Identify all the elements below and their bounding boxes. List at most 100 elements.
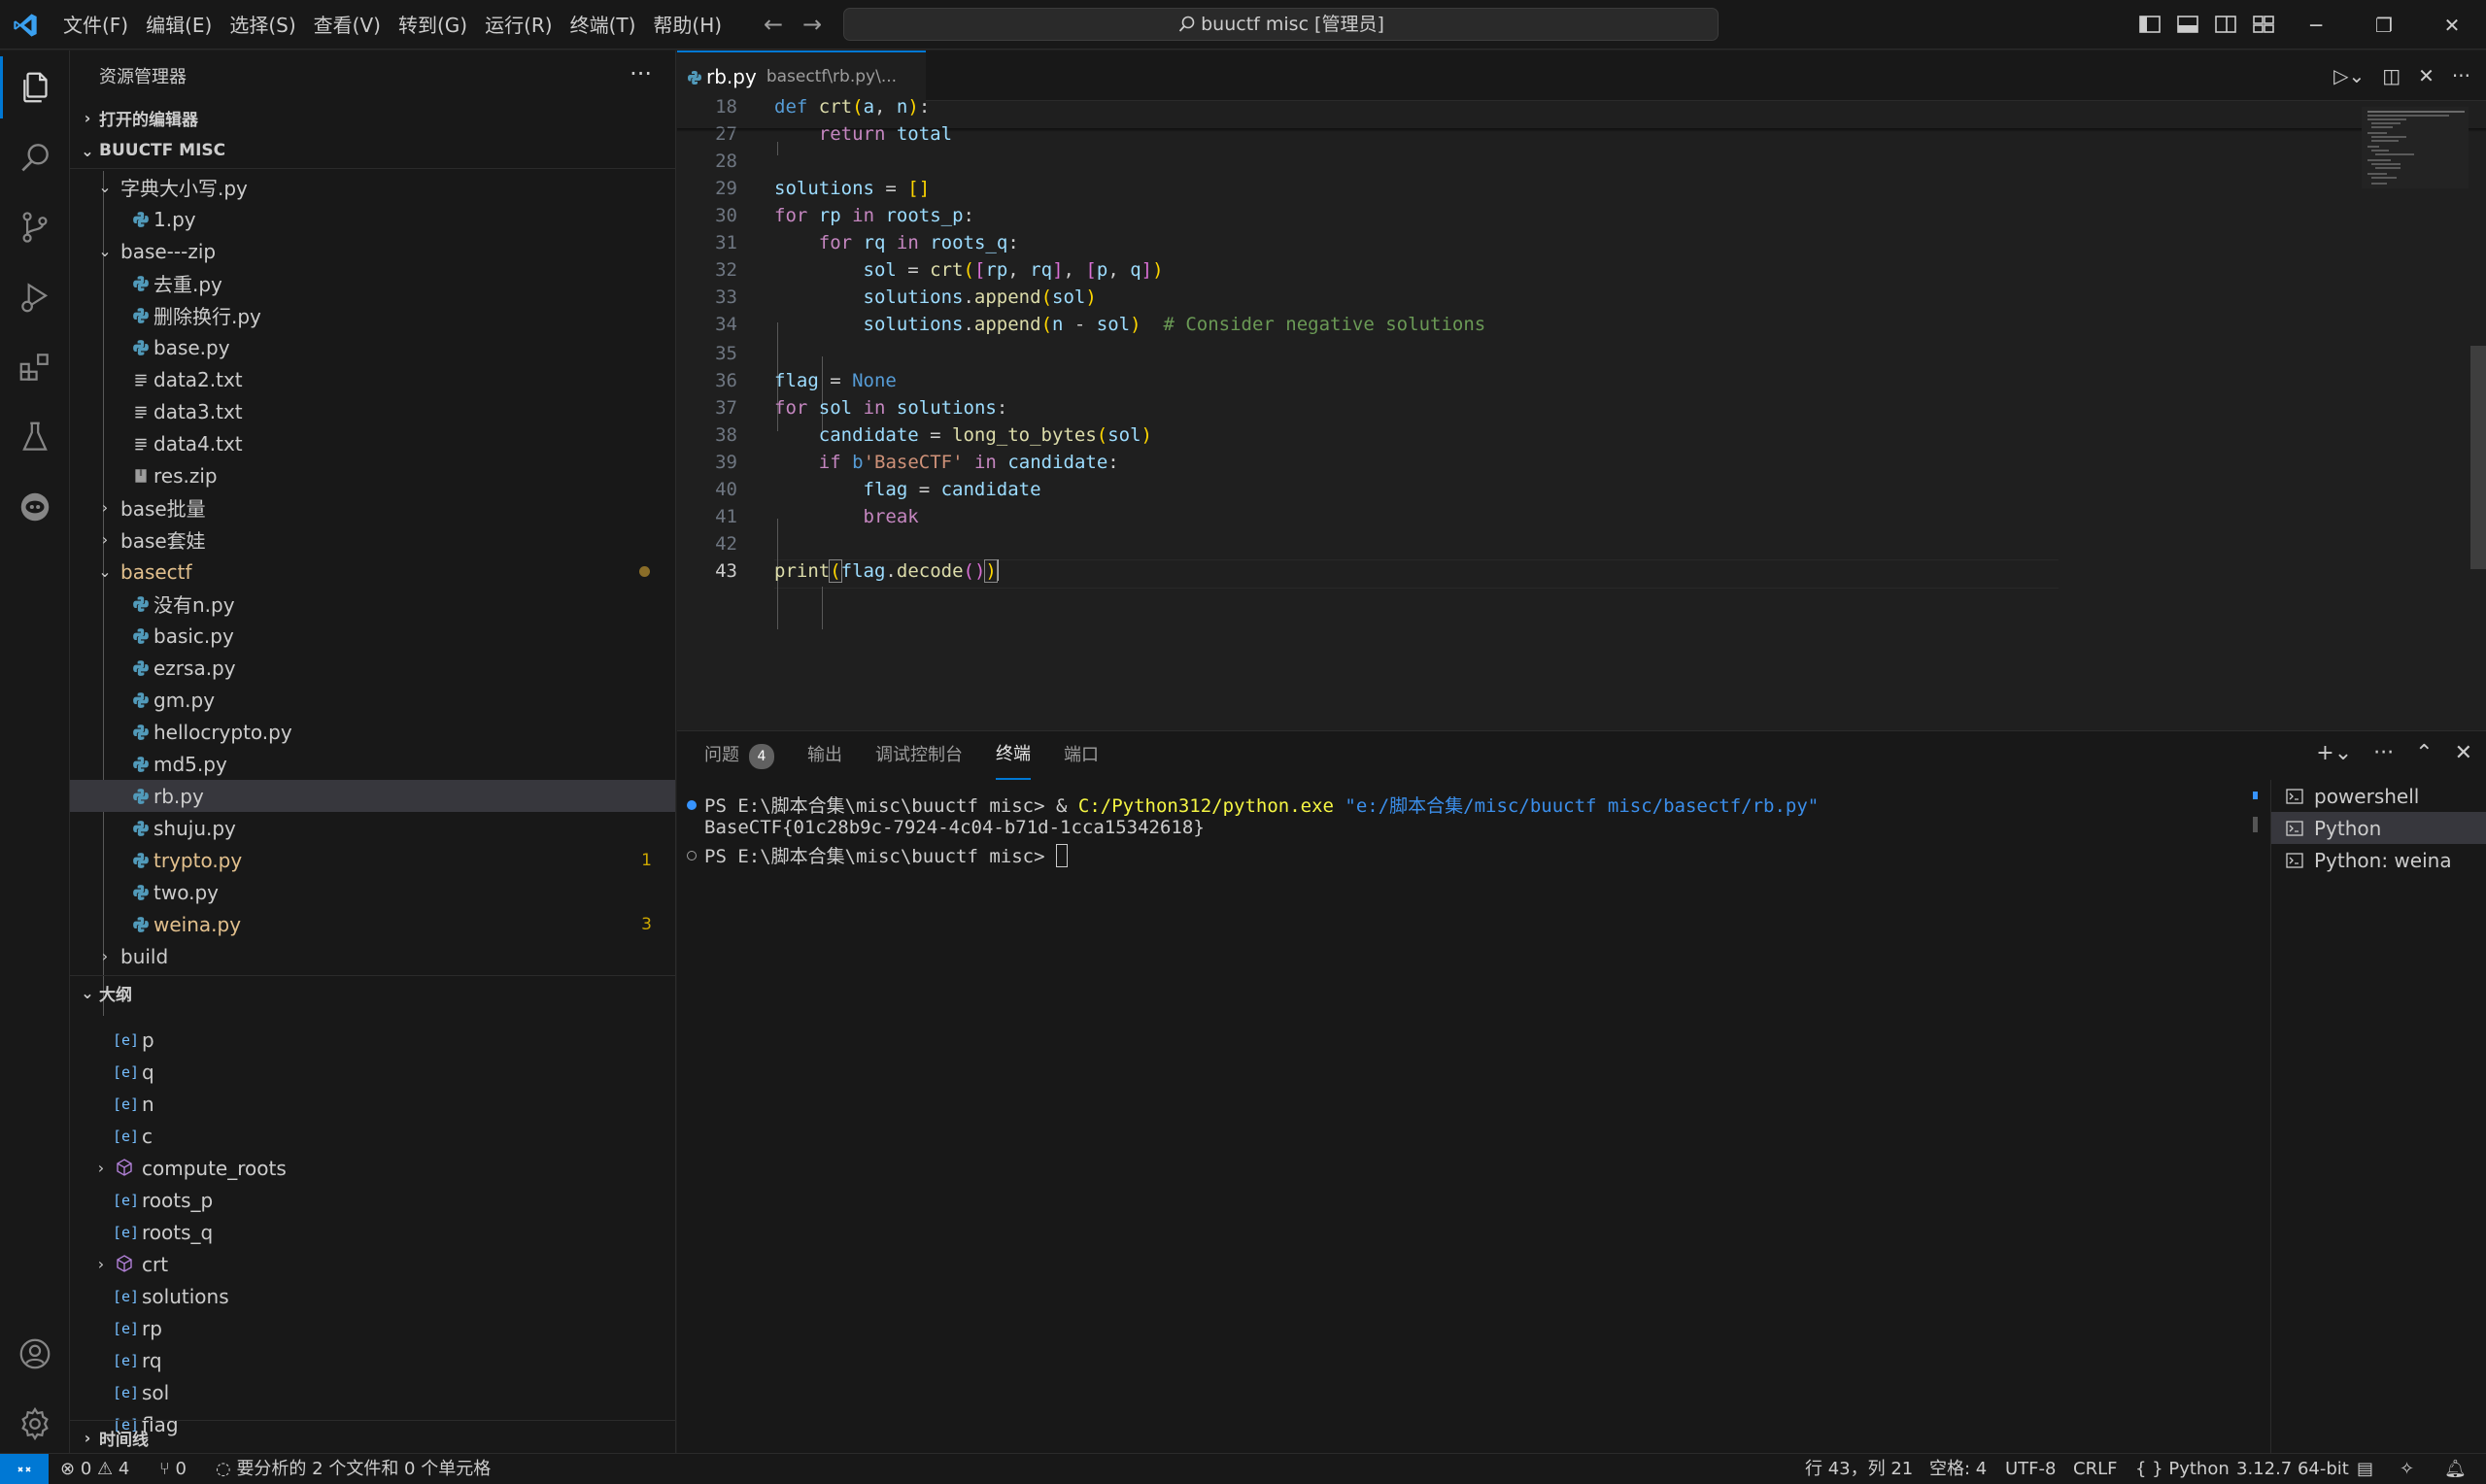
explorer-icon[interactable] xyxy=(0,56,70,118)
tree-file[interactable]: hellocrypto.py xyxy=(70,716,675,748)
outline-item[interactable]: [e] q xyxy=(70,1056,675,1088)
split-editor-icon[interactable]: ◫ xyxy=(2382,64,2401,87)
tree-file[interactable]: two.py xyxy=(70,876,675,908)
maximize-panel-icon[interactable]: ⌃ xyxy=(2415,741,2433,765)
remote-indicator[interactable] xyxy=(0,1454,49,1484)
minimap[interactable] xyxy=(2362,107,2469,188)
timeline-section[interactable]: › 时间线 xyxy=(70,1421,149,1454)
customize-layout-icon[interactable] xyxy=(2251,12,2276,37)
menu-run[interactable]: 运行(R) xyxy=(476,9,562,42)
terminal-output[interactable]: PS E:\脚本合集\misc\buuctf misc> & C:/Python… xyxy=(677,792,2251,1452)
code-editor[interactable]: 18 27 28 29 30 31 32 33 34 35 36 37 38 39 40 41 42 43 def… xyxy=(677,96,2486,728)
tree-file[interactable]: gm.py xyxy=(70,684,675,716)
outline-item[interactable]: [e] n xyxy=(70,1088,675,1120)
tree-folder[interactable]: › base套娃 xyxy=(70,523,675,556)
outline-item[interactable]: [e] roots_p xyxy=(70,1184,675,1216)
tree-file[interactable]: res.zip xyxy=(70,459,675,491)
tab-ports[interactable]: 端口 xyxy=(1064,731,1099,780)
terminal-item-python[interactable]: Python xyxy=(2271,812,2486,844)
more-actions-icon[interactable]: ··· xyxy=(2373,741,2394,765)
command-center[interactable]: buuctf misc [管理员] xyxy=(843,8,1719,41)
tree-file[interactable]: base.py xyxy=(70,331,675,363)
outline-item[interactable]: [e] c xyxy=(70,1120,675,1152)
back-arrow-icon[interactable]: ← xyxy=(760,10,787,39)
outline-item[interactable]: [e] solutions xyxy=(70,1280,675,1312)
ports-indicator[interactable]: ⑂ 0 xyxy=(159,1454,187,1484)
python-interpreter[interactable]: 3.12.7 64-bit xyxy=(2236,1454,2349,1484)
menu-help[interactable]: 帮助(H) xyxy=(644,9,731,42)
vertical-scrollbar[interactable] xyxy=(2470,346,2486,569)
outline-item[interactable]: › compute_roots xyxy=(70,1152,675,1184)
run-python-file-icon[interactable]: ▷⌄ xyxy=(2333,64,2365,87)
file-icon[interactable]: ▤ xyxy=(2357,1454,2373,1484)
tree-file[interactable]: weina.py 3 xyxy=(70,908,675,940)
minimize-icon[interactable]: ─ xyxy=(2282,0,2350,50)
tree-folder[interactable]: ⌄ 字典大小写.py xyxy=(70,171,675,203)
tree-folder[interactable]: › base批量 xyxy=(70,491,675,523)
workspace-section[interactable]: ⌄ BUUCTF MISC xyxy=(70,134,225,167)
outline-item[interactable]: [e] rp xyxy=(70,1312,675,1344)
tree-file[interactable]: 1.py xyxy=(70,203,675,235)
tree-file[interactable]: 没有n.py xyxy=(70,588,675,620)
extensions-icon[interactable] xyxy=(0,336,70,398)
line-ending[interactable]: CRLF xyxy=(2073,1454,2117,1484)
terminal-item-powershell[interactable]: powershell xyxy=(2271,780,2486,812)
new-terminal-icon[interactable]: +⌄ xyxy=(2316,741,2352,765)
tree-file[interactable]: 去重.py xyxy=(70,267,675,299)
restore-icon[interactable]: ❐ xyxy=(2350,0,2418,50)
command-pending-decoration-icon[interactable] xyxy=(687,851,697,860)
outline-item[interactable]: › crt xyxy=(70,1248,675,1280)
menu-go[interactable]: 转到(G) xyxy=(390,9,476,42)
source-control-icon[interactable] xyxy=(0,196,70,258)
tree-folder[interactable]: ⌄ base---zip xyxy=(70,235,675,267)
forward-arrow-icon[interactable]: → xyxy=(799,10,826,39)
outline-section[interactable]: ⌄ 大纲 xyxy=(70,976,132,1009)
menu-selection[interactable]: 选择(S) xyxy=(221,9,304,42)
tab-problems[interactable]: 问题 4 xyxy=(704,731,774,780)
close-panel-icon[interactable]: ✕ xyxy=(2455,741,2472,765)
toggle-panel-icon[interactable] xyxy=(2175,12,2200,37)
tree-file[interactable]: ezrsa.py xyxy=(70,652,675,684)
tree-folder[interactable]: ⌄ basectf xyxy=(70,556,675,588)
menu-edit[interactable]: 编辑(E) xyxy=(137,9,221,42)
more-actions-icon[interactable]: ··· xyxy=(630,60,652,87)
outline-item[interactable]: [e] p xyxy=(70,1024,675,1056)
settings-gear-icon[interactable] xyxy=(0,1393,70,1455)
menu-file[interactable]: 文件(F) xyxy=(54,9,137,42)
outline-item[interactable]: [e] rq xyxy=(70,1344,675,1376)
analysis-status[interactable]: ◌ 要分析的 2 个文件和 0 个单元格 xyxy=(216,1454,491,1484)
tree-file[interactable]: data3.txt xyxy=(70,395,675,427)
indentation[interactable]: 空格: 4 xyxy=(1929,1454,1987,1484)
close-window-icon[interactable]: ✕ xyxy=(2418,0,2486,50)
more-actions-icon[interactable]: ··· xyxy=(2452,64,2470,87)
terminal-item-python-weina[interactable]: Python: weina xyxy=(2271,844,2486,876)
testing-flask-icon[interactable] xyxy=(0,406,70,468)
tree-file[interactable]: rb.py xyxy=(70,780,675,812)
tree-file[interactable]: trypto.py 1 xyxy=(70,844,675,876)
encoding[interactable]: UTF-8 xyxy=(2005,1454,2056,1484)
tree-file[interactable]: md5.py xyxy=(70,748,675,780)
tab-terminal[interactable]: 终端 xyxy=(996,731,1031,780)
problems-indicator[interactable]: ⊗ 0 ⚠ 4 xyxy=(60,1454,129,1484)
terminal-scrollbar[interactable] xyxy=(2251,780,2270,1454)
command-success-decoration-icon[interactable] xyxy=(687,800,697,810)
github-copilot-icon[interactable] xyxy=(0,476,70,538)
notifications-bell-icon[interactable]: 🔔︎ xyxy=(2444,1454,2467,1484)
toggle-primary-sidebar-icon[interactable] xyxy=(2137,12,2162,37)
search-icon[interactable] xyxy=(0,126,70,188)
run-debug-icon[interactable] xyxy=(0,266,70,328)
tab-output[interactable]: 输出 xyxy=(807,731,842,780)
outline-item[interactable]: [e] sol xyxy=(70,1376,675,1408)
tree-file[interactable]: basic.py xyxy=(70,620,675,652)
tree-file[interactable]: data2.txt xyxy=(70,363,675,395)
tree-file[interactable]: data4.txt xyxy=(70,427,675,459)
open-editors-section[interactable]: › 打开的编辑器 xyxy=(70,101,198,134)
menu-view[interactable]: 查看(V) xyxy=(305,9,390,42)
tree-file[interactable]: shuju.py xyxy=(70,812,675,844)
menu-terminal[interactable]: 终端(T) xyxy=(562,9,645,42)
close-editor-icon[interactable]: ✕ xyxy=(2418,64,2435,87)
outline-item[interactable]: [e] flag xyxy=(70,1408,675,1440)
outline-item[interactable]: [e] roots_q xyxy=(70,1216,675,1248)
copilot-status-icon[interactable]: ✧ xyxy=(2400,1454,2414,1484)
language-mode[interactable]: { } Python xyxy=(2135,1454,2230,1484)
